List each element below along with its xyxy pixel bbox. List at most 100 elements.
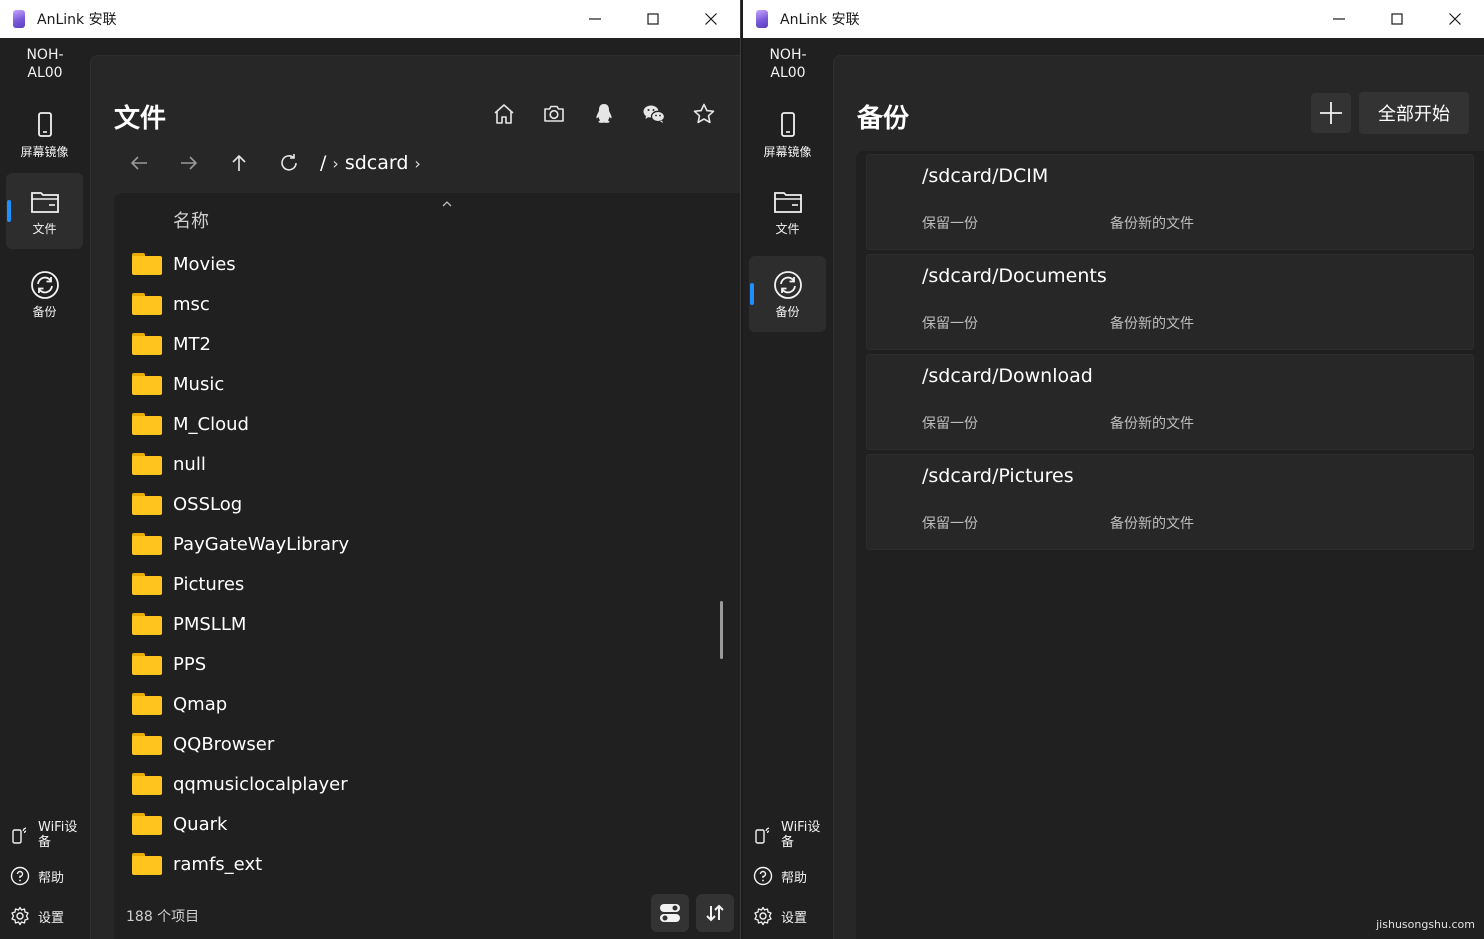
backup-keep-option[interactable]: 保留一份 (922, 213, 978, 233)
file-list-item[interactable]: null (114, 444, 714, 484)
file-name: OSSLog (173, 493, 243, 515)
column-header-name[interactable]: 名称 (173, 207, 209, 233)
file-name: Music (173, 373, 225, 395)
file-list-item[interactable]: M_Cloud (114, 404, 714, 444)
file-list-item[interactable]: OSSLog (114, 484, 714, 524)
backup-item[interactable]: /sdcard/Pictures 保留一份 备份新的文件 (866, 454, 1474, 550)
file-list-item[interactable]: Qmap (114, 684, 714, 724)
favorites-button[interactable] (690, 100, 718, 128)
folder-icon (132, 733, 162, 755)
folder-icon (132, 653, 162, 675)
file-list-item[interactable]: PPS (114, 644, 714, 684)
backup-keep-option[interactable]: 保留一份 (922, 413, 978, 433)
file-list-item[interactable]: Music (114, 364, 714, 404)
wechat-button[interactable] (640, 100, 668, 128)
backup-mode-option[interactable]: 备份新的文件 (1110, 513, 1194, 533)
folder-outline-icon (773, 191, 802, 213)
settings-button[interactable]: 设置 (753, 906, 807, 926)
breadcrumb-current[interactable]: sdcard (345, 152, 409, 174)
nav-backup[interactable]: 备份 (749, 256, 826, 332)
qq-button[interactable] (590, 100, 618, 128)
view-toggle-button[interactable] (651, 894, 689, 932)
backup-mode-option[interactable]: 备份新的文件 (1110, 213, 1194, 233)
add-backup-button[interactable] (1311, 93, 1351, 133)
file-name: PPS (173, 653, 207, 675)
backup-keep-option[interactable]: 保留一份 (922, 313, 978, 333)
wifi-devices-button[interactable]: WiFi设备 (10, 820, 82, 850)
file-list-item[interactable]: Pictures (114, 564, 714, 604)
nav-label: 文件 (775, 221, 800, 236)
nav-backup[interactable]: 备份 (6, 256, 83, 332)
start-all-button[interactable]: 全部开始 (1359, 92, 1469, 134)
device-name: NOH- AL00 (26, 47, 64, 81)
nav-files[interactable]: 文件 (749, 173, 826, 249)
transfer-button[interactable] (696, 894, 734, 932)
close-icon (705, 13, 717, 25)
title-bar[interactable]: AnLink 安联 (743, 0, 1484, 38)
file-list-panel: 名称 Movies msc MT2 Music M_Cloud null OSSLog Pay… (114, 193, 740, 939)
backup-item[interactable]: /sdcard/Documents 保留一份 备份新的文件 (866, 254, 1474, 350)
anlink-logo-icon (13, 10, 25, 28)
nav-screen-mirror[interactable]: 屏幕镜像 (6, 96, 83, 172)
folder-icon (132, 413, 162, 435)
nav-files[interactable]: 文件 (6, 173, 83, 249)
forward-button[interactable] (178, 152, 202, 176)
file-name: QQBrowser (173, 733, 275, 755)
file-list-item[interactable]: qqmusiclocalplayer (114, 764, 714, 804)
wifi-phone-icon (12, 827, 27, 844)
help-button[interactable]: 帮助 (753, 866, 807, 886)
scrollbar-thumb[interactable] (720, 601, 723, 659)
maximize-button[interactable] (1368, 0, 1426, 38)
camera-button[interactable] (540, 100, 568, 128)
close-button[interactable] (1426, 0, 1484, 38)
backup-mode-option[interactable]: 备份新的文件 (1110, 413, 1194, 433)
backup-keep-option[interactable]: 保留一份 (922, 513, 978, 533)
file-list-item[interactable]: msc (114, 284, 714, 324)
anlink-window-backup: AnLink 安联 NOH- AL00 屏幕镜像 文件 备份 WiFi设备 帮助… (743, 0, 1484, 939)
minimize-button[interactable] (1310, 0, 1368, 38)
wifi-devices-label: WiFi设备 (781, 820, 821, 850)
window-title: AnLink 安联 (37, 12, 117, 28)
sort-ascending-icon (442, 201, 452, 207)
backup-list: /sdcard/DCIM 保留一份 备份新的文件/sdcard/Documents 保… (856, 151, 1484, 939)
file-list-item[interactable]: ramfs_ext (114, 844, 714, 884)
nav-screen-mirror[interactable]: 屏幕镜像 (749, 96, 826, 172)
close-button[interactable] (682, 0, 740, 38)
title-bar[interactable]: AnLink 安联 (0, 0, 740, 38)
files-content: 文件 / › sdcard › 名称 Movies msc MT2 Music … (90, 55, 740, 939)
plus-icon (1320, 102, 1342, 124)
maximize-button[interactable] (624, 0, 682, 38)
gear-icon (11, 906, 29, 926)
file-list-item[interactable]: PayGateWayLibrary (114, 524, 714, 564)
page-title: 备份 (857, 104, 910, 134)
backup-path: /sdcard/Pictures (922, 465, 1074, 487)
folder-icon (132, 693, 162, 715)
home-icon (494, 104, 514, 124)
back-button[interactable] (128, 152, 152, 176)
folder-icon (132, 773, 162, 795)
home-button[interactable] (490, 100, 518, 128)
gear-icon (754, 906, 772, 926)
wechat-icon (643, 105, 666, 123)
file-list-item[interactable]: MT2 (114, 324, 714, 364)
sync-icon (773, 270, 802, 299)
folder-icon (132, 453, 162, 475)
up-button[interactable] (228, 152, 252, 176)
file-list-item[interactable]: Quark (114, 804, 714, 844)
wifi-phone-icon (755, 827, 770, 844)
breadcrumb-root[interactable]: / (320, 152, 326, 174)
file-list-item[interactable]: Movies (114, 244, 714, 284)
refresh-button[interactable] (278, 152, 302, 176)
backup-item[interactable]: /sdcard/Download 保留一份 备份新的文件 (866, 354, 1474, 450)
anlink-logo-icon (756, 10, 768, 28)
back-arrow-icon (130, 156, 147, 170)
wifi-devices-button[interactable]: WiFi设备 (753, 820, 825, 850)
backup-mode-option[interactable]: 备份新的文件 (1110, 313, 1194, 333)
file-list-item[interactable]: QQBrowser (114, 724, 714, 764)
settings-button[interactable]: 设置 (10, 906, 64, 926)
backup-item[interactable]: /sdcard/DCIM 保留一份 备份新的文件 (866, 154, 1474, 250)
minimize-button[interactable] (566, 0, 624, 38)
help-button[interactable]: 帮助 (10, 866, 64, 886)
maximize-icon (647, 13, 659, 25)
file-list-item[interactable]: PMSLLM (114, 604, 714, 644)
